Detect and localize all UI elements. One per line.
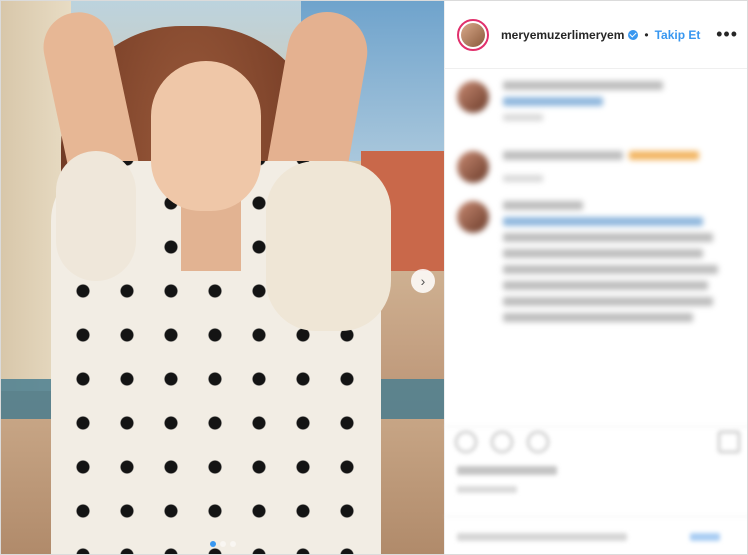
redacted-text [503,297,713,306]
share-icon[interactable] [527,430,549,453]
carousel-dot [229,541,236,547]
redacted-text [503,281,708,290]
post-header: meryemuzerlimeryem • Takip Et ••• [445,1,747,69]
redacted-text [503,265,718,274]
redacted-text [503,233,713,242]
comment-avatar [457,81,489,113]
comments-list-blurred [445,69,747,359]
post-comment-button-blurred[interactable] [690,533,720,541]
verified-badge-icon [628,29,639,40]
redacted-text [503,217,703,226]
redacted-text [503,313,693,322]
redacted-text [503,249,703,258]
chevron-right-icon: › [420,273,426,289]
add-comment-bar [445,516,747,554]
separator-dot: • [644,27,649,42]
comment-body [503,201,738,329]
redacted-text [503,97,603,106]
redacted-meta [503,175,543,182]
post-photo[interactable]: › [1,1,444,554]
post-side-panel: meryemuzerlimeryem • Takip Et ••• [444,1,747,554]
comment-body [503,81,738,121]
comment-item [457,81,738,121]
avatar-image [461,22,485,47]
carousel-dot [209,541,216,547]
post-date-blurred [457,486,517,493]
likes-count-blurred [457,466,557,475]
comment-icon[interactable] [491,430,513,453]
comment-item [457,151,738,183]
redacted-text [503,81,663,90]
carousel-dot [219,541,226,547]
comment-input-blurred[interactable] [457,533,627,541]
dress-left-sleeve [56,151,136,281]
avatar[interactable] [457,18,489,51]
comment-avatar [457,151,489,183]
redacted-meta [503,114,543,121]
redacted-text [503,201,583,210]
dress-right-sleeve [266,161,391,331]
save-icon[interactable] [718,430,740,453]
comment-avatar [457,201,489,233]
comment-body [503,151,738,183]
post-actions-bar [445,426,747,456]
redacted-text [503,151,623,160]
follow-button[interactable]: Takip Et [655,28,701,42]
like-icon[interactable] [455,430,477,453]
instagram-post-modal: › meryemuzerlimeryem • Takip Et ••• [0,0,748,555]
comment-item [457,201,738,329]
username-link[interactable]: meryemuzerlimeryem [501,28,624,42]
woman-face [151,61,261,211]
carousel-indicator [1,541,444,547]
more-options-icon[interactable]: ••• [716,24,738,45]
carousel-next-button[interactable]: › [411,269,435,293]
redacted-emoji [629,151,699,160]
